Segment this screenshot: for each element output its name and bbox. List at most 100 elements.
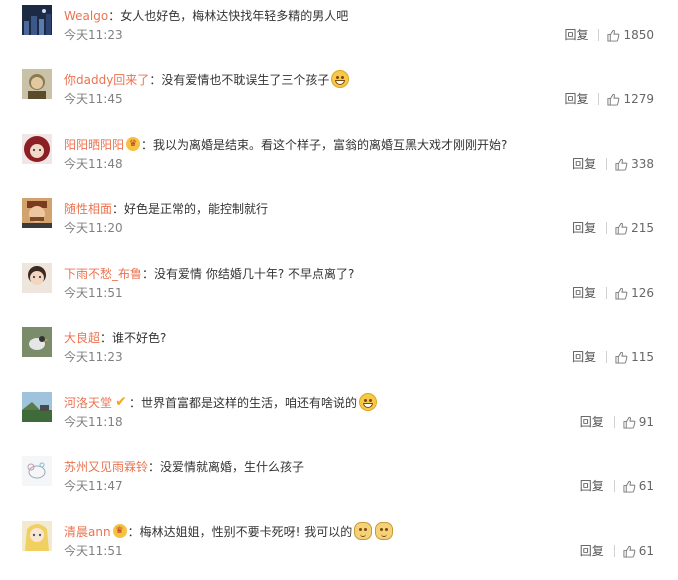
reply-button[interactable]: 回复 bbox=[564, 91, 588, 107]
comment-actions: 回复 1279 bbox=[564, 91, 654, 107]
comment-actions: 回复 61 bbox=[580, 478, 654, 494]
landscape-avatar[interactable] bbox=[22, 392, 52, 422]
comment-actions: 回复 126 bbox=[572, 285, 654, 301]
username-link[interactable]: 你daddy回来了 bbox=[64, 73, 149, 87]
like-button[interactable]: 1279 bbox=[607, 91, 654, 107]
like-button[interactable]: 61 bbox=[623, 478, 654, 494]
reply-button[interactable]: 回复 bbox=[580, 414, 604, 430]
comment-time: 今天11:45 bbox=[64, 92, 123, 106]
username-link[interactable]: 大良超 bbox=[64, 331, 100, 345]
comment-time: 今天11:51 bbox=[64, 544, 123, 558]
comment-time: 今天11:48 bbox=[64, 157, 123, 171]
like-count: 61 bbox=[638, 479, 654, 493]
comment-text: 梅林达姐姐，性别不要卡死呀! 我可以的 bbox=[139, 525, 353, 539]
comment-text: 女人也好色，梅林达快找年轻多精的男人吧 bbox=[120, 9, 349, 23]
comment-text: 好色是正常的，能控制就行 bbox=[124, 202, 269, 216]
comment-text: 没有爱情 你结婚几十年? 不早点离了? bbox=[154, 267, 355, 281]
username-link[interactable]: 随性相面 bbox=[64, 202, 112, 216]
like-button[interactable]: 126 bbox=[615, 285, 654, 301]
comment-text: 世界首富都是这样的生活，咱还有啥说的 bbox=[141, 396, 358, 410]
comment-list: Wealgo：女人也好色，梅林达快找年轻多精的男人吧 今天11:23 回复 1850 你… bbox=[0, 0, 678, 572]
username-link[interactable]: 阳阳晒阳阳 bbox=[64, 138, 124, 152]
like-count: 115 bbox=[631, 350, 654, 364]
like-button[interactable]: 115 bbox=[615, 349, 654, 365]
reply-button[interactable]: 回复 bbox=[572, 285, 596, 301]
divider bbox=[606, 158, 608, 170]
thumbs-up-icon bbox=[615, 158, 628, 171]
comment-item: 下雨不愁_布鲁：没有爱情 你结婚几十年? 不早点离了? 今天11:51 回复 126 bbox=[0, 258, 672, 322]
like-count: 91 bbox=[638, 415, 654, 429]
like-button[interactable]: 1850 bbox=[607, 27, 654, 43]
cat-emoji-icon bbox=[375, 522, 394, 540]
reply-button[interactable]: 回复 bbox=[580, 478, 604, 494]
separator: ： bbox=[148, 460, 161, 474]
reply-button[interactable]: 回复 bbox=[572, 220, 596, 236]
like-button[interactable]: 61 bbox=[623, 543, 654, 559]
red-hat-avatar[interactable] bbox=[22, 134, 52, 164]
like-count: 215 bbox=[631, 221, 654, 235]
comment-text: 我以为离婚是结束。看这个样子，富翁的离婚互黑大戏才刚刚开始? bbox=[153, 138, 508, 152]
portrait-avatar[interactable] bbox=[22, 69, 52, 99]
like-button[interactable]: 215 bbox=[615, 220, 654, 236]
comment-item: 阳阳晒阳阳 ♛ ：我以为离婚是结束。看这个样子，富翁的离婚互黑大戏才刚刚开始? 今天1… bbox=[0, 129, 672, 193]
like-count: 1279 bbox=[623, 92, 654, 106]
thumbs-up-icon bbox=[623, 545, 636, 558]
thumbs-up-icon bbox=[607, 29, 620, 42]
divider bbox=[606, 222, 608, 234]
separator: ： bbox=[100, 331, 113, 345]
comment-line: 你daddy回来了：没有爱情也不耽误生了三个孩子 bbox=[64, 70, 664, 90]
comment-time: 今天11:20 bbox=[64, 221, 123, 235]
child-avatar[interactable] bbox=[22, 263, 52, 293]
username-link[interactable]: 河洛天堂 bbox=[64, 396, 112, 410]
cat-emoji-icon bbox=[354, 522, 373, 540]
grin-emoji-icon bbox=[359, 393, 378, 411]
reply-button[interactable]: 回复 bbox=[572, 156, 596, 172]
dark-city-avatar[interactable] bbox=[22, 5, 52, 35]
comment-item: 苏州又见雨霖铃：没爱情就离婚，生什么孩子今天11:47 回复 61 bbox=[0, 451, 672, 515]
comment-line: 大良超：谁不好色? bbox=[64, 328, 664, 348]
username-link[interactable]: 清晨ann bbox=[64, 525, 111, 539]
username-link[interactable]: 苏州又见雨霖铃 bbox=[64, 460, 148, 474]
thumbs-up-icon bbox=[623, 416, 636, 429]
like-button[interactable]: 338 bbox=[615, 156, 654, 172]
thumbs-up-icon bbox=[615, 222, 628, 235]
grin-emoji-icon bbox=[331, 70, 350, 88]
divider bbox=[613, 545, 615, 557]
comment-line: 清晨ann ♛ ：梅林达姐姐，性别不要卡死呀! 我可以的 bbox=[64, 522, 664, 542]
separator: ： bbox=[112, 202, 125, 216]
username-link[interactable]: 下雨不愁_布鲁 bbox=[64, 267, 142, 281]
comment-actions: 回复 91 bbox=[580, 414, 654, 430]
comment-line: Wealgo：女人也好色，梅林达快找年轻多精的男人吧 bbox=[64, 6, 664, 26]
like-count: 338 bbox=[631, 157, 654, 171]
like-count: 61 bbox=[638, 544, 654, 558]
man-avatar[interactable] bbox=[22, 198, 52, 228]
comment-item: 随性相面：好色是正常的，能控制就行 今天11:20 回复 215 bbox=[0, 193, 672, 257]
thumbs-up-icon bbox=[607, 93, 620, 106]
bird-avatar[interactable] bbox=[22, 327, 52, 357]
username-link[interactable]: Wealgo bbox=[64, 9, 108, 23]
comment-line: 阳阳晒阳阳 ♛ ：我以为离婚是结束。看这个样子，富翁的离婚互黑大戏才刚刚开始? bbox=[64, 135, 664, 155]
divider bbox=[613, 416, 615, 428]
comment-actions: 回复 115 bbox=[572, 349, 654, 365]
comment-item: 河洛天堂 ✔ ：世界首富都是这样的生活，咱还有啥说的 今天11:18 回复 91 bbox=[0, 387, 672, 451]
reply-button[interactable]: 回复 bbox=[564, 27, 588, 43]
comment-time: 今天11:23 bbox=[64, 350, 123, 364]
divider bbox=[613, 480, 615, 492]
comment-actions: 回复 1850 bbox=[564, 27, 654, 43]
comment-time: 今天11:47 bbox=[64, 479, 123, 493]
anime-girl-avatar[interactable] bbox=[22, 521, 52, 551]
comment-time: 今天11:51 bbox=[64, 286, 123, 300]
reply-button[interactable]: 回复 bbox=[572, 349, 596, 365]
separator: ： bbox=[141, 138, 154, 152]
like-count: 1850 bbox=[623, 28, 654, 42]
thumbs-up-icon bbox=[623, 480, 636, 493]
like-button[interactable]: 91 bbox=[623, 414, 654, 430]
sketch-avatar[interactable] bbox=[22, 456, 52, 486]
divider bbox=[606, 351, 608, 363]
comment-line: 苏州又见雨霖铃：没爱情就离婚，生什么孩子 bbox=[64, 457, 664, 477]
separator: ： bbox=[142, 267, 155, 281]
separator: ： bbox=[149, 73, 162, 87]
comment-text: 没有爱情也不耽误生了三个孩子 bbox=[161, 73, 330, 87]
comment-time: 今天11:18 bbox=[64, 415, 123, 429]
reply-button[interactable]: 回复 bbox=[580, 543, 604, 559]
